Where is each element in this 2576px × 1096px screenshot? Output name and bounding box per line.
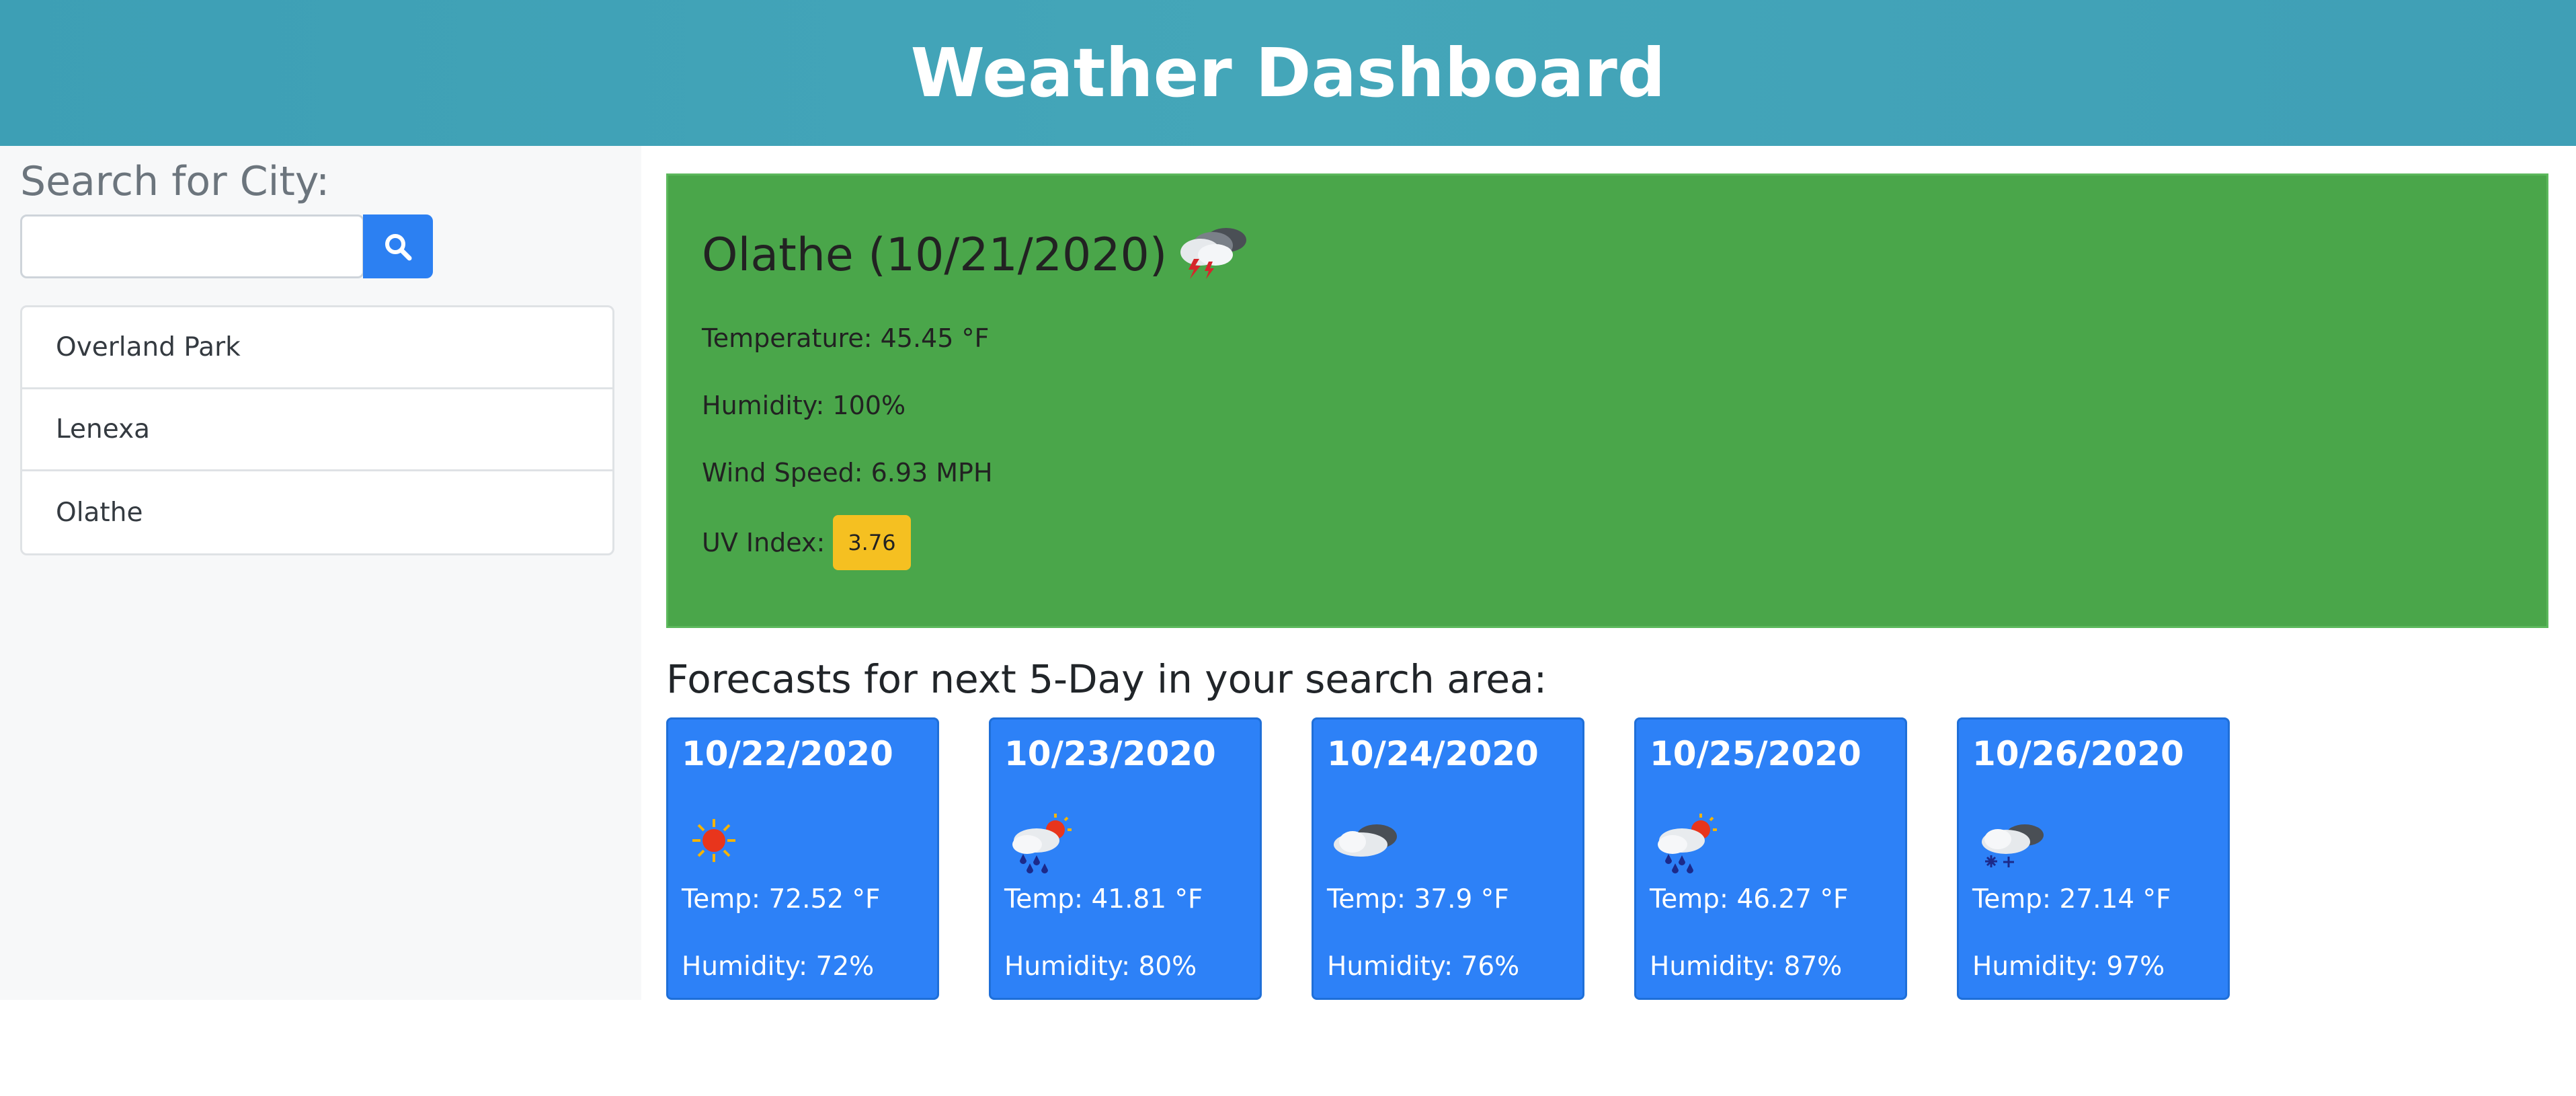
forecast-card: 10/24/2020 Temp: 37.9 °F Humidity: 76% xyxy=(1312,717,1584,1000)
forecast-card: 10/26/2020 Temp: 27.14 °F Humidity: 97% xyxy=(1957,717,2230,1000)
forecast-humidity: Humidity: 87% xyxy=(1650,951,1843,982)
city-search-input[interactable] xyxy=(20,214,364,278)
current-weather-heading: Olathe (10/21/2020) xyxy=(702,216,1254,295)
history-item-overland-park[interactable]: Overland Park xyxy=(22,307,612,389)
search-button[interactable] xyxy=(363,214,433,278)
forecast-temp: Temp: 37.9 °F xyxy=(1327,884,1509,914)
current-temperature: Temperature: 45.45 °F xyxy=(702,323,990,353)
forecast-date: 10/22/2020 xyxy=(682,734,893,773)
forecast-card: 10/23/2020 Temp: 41.81 °F Humidity: 80% xyxy=(989,717,1262,1000)
current-uv-row: UV Index: 3.76 xyxy=(702,515,911,570)
app-header: Weather Dashboard xyxy=(0,0,2576,146)
current-city-date: Olathe (10/21/2020) xyxy=(702,229,1168,282)
current-wind-speed: Wind Speed: 6.93 MPH xyxy=(702,458,993,487)
uv-index-badge: 3.76 xyxy=(833,515,911,570)
search-label: Search for City: xyxy=(20,158,330,205)
forecast-card: 10/25/2020 Temp: 46.27 °F Humidity: 87% xyxy=(1634,717,1907,1000)
forecast-date: 10/26/2020 xyxy=(1972,734,2184,773)
forecast-humidity: Humidity: 97% xyxy=(1972,951,2165,982)
rain-sun-icon xyxy=(1648,807,1722,877)
forecast-heading: Forecasts for next 5-Day in your search … xyxy=(666,656,1547,702)
forecast-temp: Temp: 46.27 °F xyxy=(1650,884,1849,914)
history-item-olathe[interactable]: Olathe xyxy=(22,471,612,553)
uv-label: UV Index: xyxy=(702,528,826,557)
forecast-date: 10/23/2020 xyxy=(1004,734,1216,773)
snow-cloud-icon xyxy=(1971,807,2052,877)
thunderstorm-icon xyxy=(1174,216,1254,295)
forecast-temp: Temp: 27.14 °F xyxy=(1972,884,2171,914)
rain-sun-icon xyxy=(1003,807,1077,877)
search-history-list: Overland Park Lenexa Olathe xyxy=(20,305,614,555)
history-item-lenexa[interactable]: Lenexa xyxy=(22,389,612,471)
sidebar: Search for City: Overland Park Lenexa Ol… xyxy=(0,146,641,1000)
forecast-humidity: Humidity: 72% xyxy=(682,951,875,982)
forecast-date: 10/25/2020 xyxy=(1650,734,1861,773)
sun-icon xyxy=(680,807,748,877)
search-icon xyxy=(385,233,412,260)
current-humidity: Humidity: 100% xyxy=(702,391,906,420)
forecast-temp: Temp: 41.81 °F xyxy=(1004,884,1203,914)
forecast-humidity: Humidity: 76% xyxy=(1327,951,1520,982)
current-weather-panel: Olathe (10/21/2020) Temperature: 45.45 °… xyxy=(666,173,2548,628)
page-title: Weather Dashboard xyxy=(910,34,1666,112)
cloud-icon xyxy=(1326,807,1406,877)
forecast-temp: Temp: 72.52 °F xyxy=(682,884,881,914)
forecast-humidity: Humidity: 80% xyxy=(1004,951,1197,982)
forecast-date: 10/24/2020 xyxy=(1327,734,1539,773)
forecast-card: 10/22/2020 Temp: 72.52 °F Humidity: 72% xyxy=(666,717,939,1000)
